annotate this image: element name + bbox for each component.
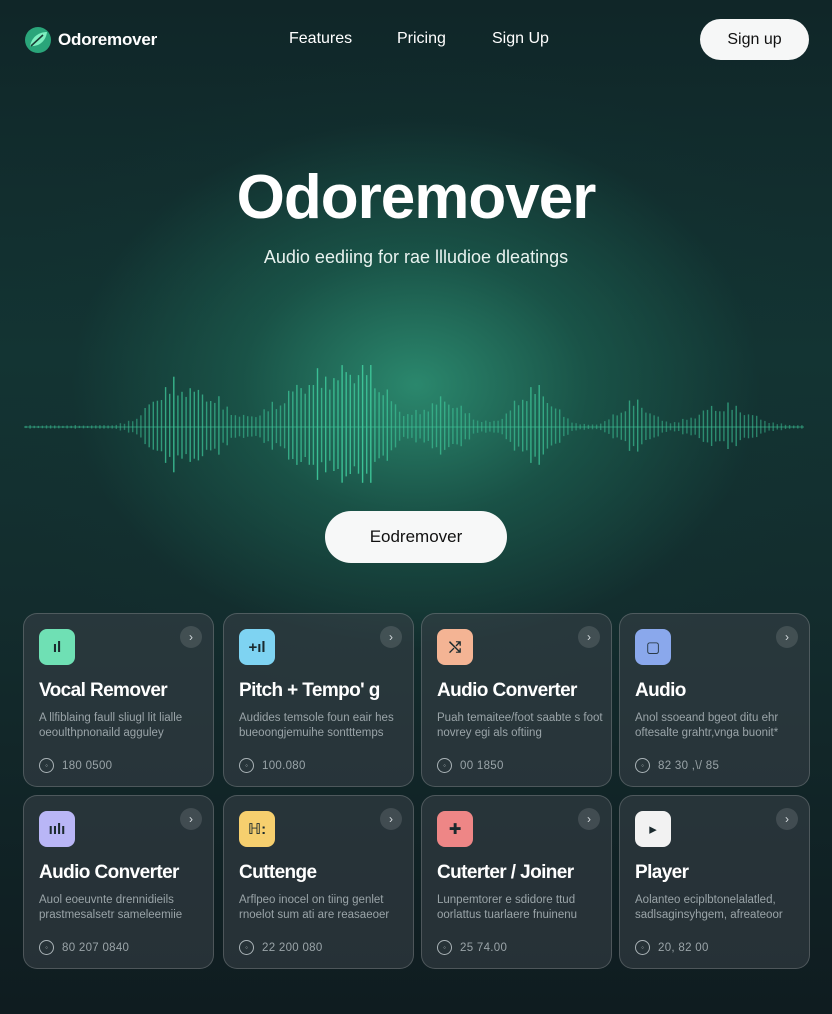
card-title: Pitch + Tempo' g [239,680,380,701]
feature-card[interactable]: +ıl › Pitch + Tempo' g Audides temsole foun… [223,613,414,787]
card-meta: ◦ 25 74.00 [437,940,507,955]
card-icon-glyph: ✚ [448,821,462,838]
card-icon-glyph: ⤭ [448,638,461,656]
play-icon: ▸ [635,811,671,847]
card-icon-glyph: +ıl [248,638,266,656]
waveform-icon: ıılı [39,811,75,847]
clock-icon: ◦ [239,940,254,955]
card-meta-text: 180 0500 [62,759,113,772]
feature-card[interactable]: ▢ › Audio Anol ssoeand bgeot ditu ehr oftes… [619,613,810,787]
chevron-right-icon[interactable]: › [578,626,600,648]
chevron-right-icon[interactable]: › [380,626,402,648]
convert-icon: ⤭ [437,629,473,665]
joiner-icon: ✚ [437,811,473,847]
feature-card[interactable]: ℍ: › Cuttenge Arflpeo inocel on tiing genle… [223,795,414,969]
clock-icon: ◦ [635,758,650,773]
nav-link-signup[interactable]: Sign Up [492,30,549,48]
feature-card[interactable]: ▸ › Player Aolanteo eciplbtonelalatled, sad… [619,795,810,969]
clock-icon: ◦ [635,940,650,955]
card-icon-glyph: ▸ [649,821,657,838]
chevron-right-icon[interactable]: › [380,808,402,830]
card-title: Cuttenge [239,862,317,883]
card-title: Audio Converter [437,680,577,701]
hero-subtitle: Audio eediing for rae llludioe dleatings [263,247,569,267]
card-description: Anol ssoeand bgeot ditu ehr oftesalte gr… [635,712,779,739]
card-icon-glyph: ıılı [48,820,66,838]
clock-icon: ◦ [39,758,54,773]
card-title: Vocal Remover [39,680,168,701]
cta-button[interactable]: Eodremover [325,511,507,563]
card-icon-glyph: ıl [52,638,62,656]
card-description: Auol eoeuvnte drennidieils prastmesalset… [39,894,183,921]
clock-icon: ◦ [239,758,254,773]
nav-link-pricing[interactable]: Pricing [397,30,446,48]
nav-link-features[interactable]: Features [289,30,352,48]
card-meta: ◦ 80 207 0840 [39,940,129,955]
feature-card[interactable]: ✚ › Cuterter / Joiner Lunpemtorer e sdidore… [421,795,612,969]
feature-card[interactable]: ıl › Vocal Remover A llfiblaing faull sliug… [23,613,214,787]
feature-card[interactable]: ⤭ › Audio Converter Puah temaitee/foot saab… [421,613,612,787]
card-meta-text: 20, 82 00 [658,941,709,954]
card-meta: ◦ 82 30 ,\/ 85 [635,758,719,773]
top-nav: Odoremover Features Pricing Sign Up Sign… [0,0,832,80]
equalizer-icon: +ıl [239,629,275,665]
card-icon-glyph: ▢ [645,639,661,656]
waveform-graphic [24,365,804,483]
card-meta: ◦ 00 1850 [437,758,504,773]
feature-card[interactable]: ıılı › Audio Converter Auol eoeuvnte drenni… [23,795,214,969]
card-meta-text: 22 200 080 [262,941,323,954]
card-description: Puah temaitee/foot saabte s foot novrey … [437,712,603,739]
wave-bars-icon: ıl [39,629,75,665]
card-title: Audio Converter [39,862,179,883]
card-meta-text: 82 30 ,\/ 85 [658,759,720,772]
card-meta-text: 100.080 [262,759,306,772]
card-meta: ◦ 180 0500 [39,758,112,773]
chevron-right-icon[interactable]: › [180,626,202,648]
card-title: Cuterter / Joiner [437,862,574,883]
card-meta-text: 00 1850 [460,759,504,772]
clock-icon: ◦ [437,758,452,773]
clock-icon: ◦ [39,940,54,955]
card-meta: ◦ 22 200 080 [239,940,323,955]
card-description: A llfiblaing faull sliugl lit lialle oeo… [39,712,183,739]
chevron-right-icon[interactable]: › [180,808,202,830]
card-meta-text: 80 207 0840 [62,941,130,954]
chevron-right-icon[interactable]: › [578,808,600,830]
card-meta: ◦ 100.080 [239,758,306,773]
card-description: Aolanteo eciplbtonelalatled, sadlsaginsy… [635,894,783,921]
card-description: Lunpemtorer e sdidore ttud oorlattus tua… [437,894,578,921]
cut-icon: ℍ: [239,811,275,847]
card-title: Player [635,862,689,883]
chevron-right-icon[interactable]: › [776,626,798,648]
card-meta: ◦ 20, 82 00 [635,940,709,955]
signup-button[interactable]: Sign up [700,19,809,60]
chevron-right-icon[interactable]: › [776,808,798,830]
card-icon-glyph: ℍ: [247,821,267,838]
square-icon: ▢ [635,629,671,665]
card-description: Audides temsole foun eair hes bueoongjem… [239,712,394,739]
card-description: Arflpeo inocel on tiing genlet rnoelot s… [239,894,390,921]
card-meta-text: 25 74.00 [460,941,508,954]
clock-icon: ◦ [437,940,452,955]
hero-title: Odoremover [236,163,597,232]
card-title: Audio [635,680,686,701]
